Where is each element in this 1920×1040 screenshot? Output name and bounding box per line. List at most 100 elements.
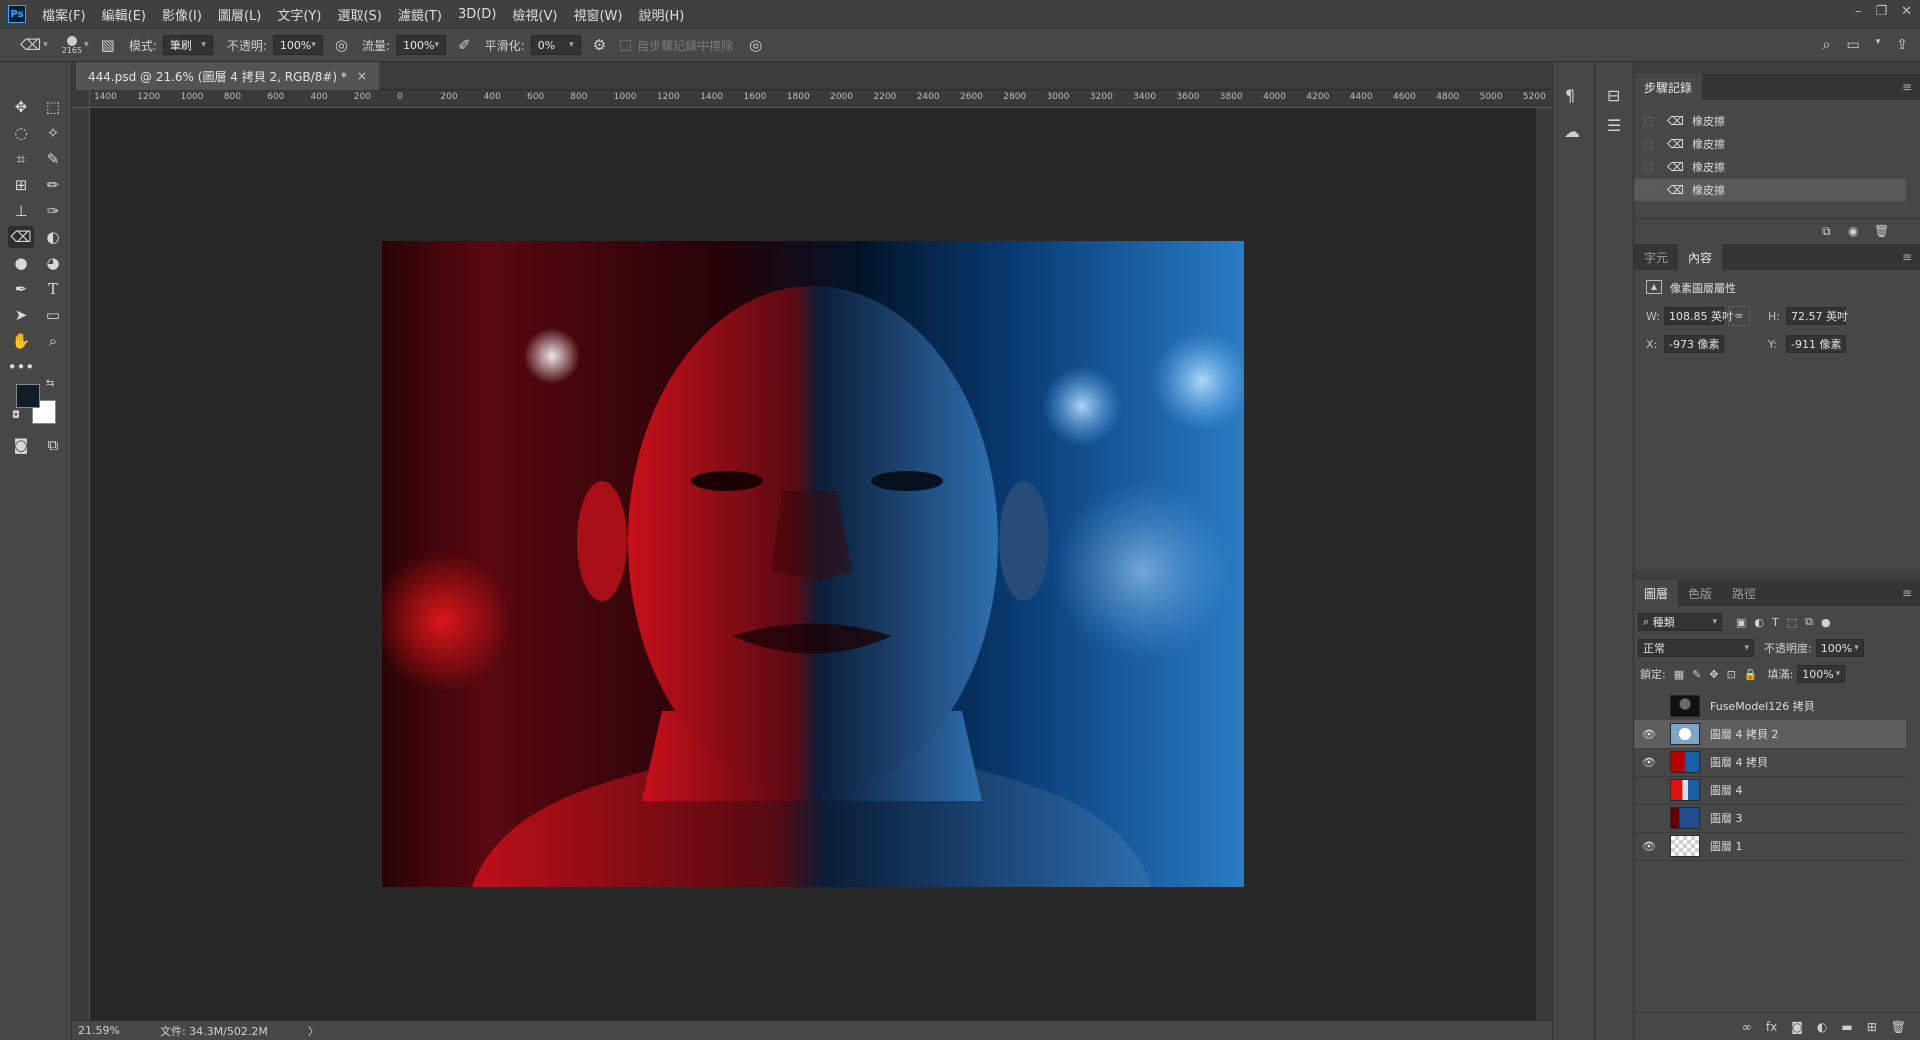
- lock-all-icon[interactable]: 🔒: [1744, 668, 1758, 681]
- tab-channels[interactable]: 色版: [1678, 580, 1722, 606]
- eraser-tool-icon[interactable]: ⌫: [8, 226, 34, 248]
- document-image[interactable]: [382, 241, 1244, 887]
- eyedropper-tool-icon[interactable]: ✎: [40, 148, 66, 170]
- tab-layers[interactable]: 圖層: [1634, 580, 1679, 606]
- filter-type-icon[interactable]: T: [1772, 616, 1779, 629]
- zoom-tool-icon[interactable]: ⌕: [40, 330, 66, 352]
- camera-icon[interactable]: ◉: [1848, 224, 1858, 238]
- layer-style-fx-icon[interactable]: fx: [1766, 1020, 1777, 1034]
- new-layer-icon[interactable]: ⊞: [1867, 1020, 1877, 1034]
- tab-character[interactable]: 字元: [1634, 244, 1678, 270]
- layer-name[interactable]: 圖層 4 拷貝 2: [1710, 726, 1779, 742]
- hand-tool-icon[interactable]: ✋: [8, 330, 34, 352]
- frame-tool-icon[interactable]: ⊞: [8, 174, 34, 196]
- new-group-icon[interactable]: ▬: [1841, 1020, 1852, 1034]
- menu-edit[interactable]: 編輯(E): [102, 5, 146, 24]
- layer-row[interactable]: FuseModel126 拷貝: [1634, 692, 1906, 721]
- gradient-tool-icon[interactable]: ◐: [40, 226, 66, 248]
- layer-row[interactable]: 👁 圖層 4 拷貝 2: [1634, 720, 1906, 749]
- horizontal-ruler[interactable]: 1400 1200 1000 800 600 400 200 0 200 400 600 800 100…: [90, 90, 1552, 108]
- height-field[interactable]: 72.57 英吋: [1786, 307, 1848, 325]
- filter-smart-object-icon[interactable]: ⧉: [1805, 615, 1813, 629]
- lasso-tool-icon[interactable]: ◌: [8, 122, 34, 144]
- smoothing-settings-gear-icon[interactable]: ⚙: [593, 36, 606, 54]
- layer-opacity-field[interactable]: 100% ▾: [1815, 639, 1864, 657]
- layer-name[interactable]: 圖層 4: [1710, 782, 1743, 798]
- layer-name[interactable]: 圖層 4 拷貝: [1710, 754, 1768, 770]
- blend-mode-select[interactable]: 正常 ▾: [1638, 639, 1754, 657]
- close-window-button[interactable]: ✕: [1901, 4, 1912, 19]
- dodge-tool-icon[interactable]: ◕: [40, 252, 66, 274]
- swap-colors-icon[interactable]: ⇆: [46, 378, 54, 389]
- share-icon[interactable]: ⇪: [1896, 37, 1908, 53]
- menu-image[interactable]: 影像(I): [162, 5, 202, 24]
- history-checkbox[interactable]: [1644, 185, 1653, 195]
- history-checkbox[interactable]: [1644, 162, 1653, 172]
- layer-name[interactable]: FuseModel126 拷貝: [1710, 698, 1815, 714]
- more-tools-icon[interactable]: •••: [8, 356, 35, 378]
- crop-tool-icon[interactable]: ⌗: [8, 148, 34, 170]
- properties-panel-icon[interactable]: ☰: [1607, 116, 1621, 135]
- panel-menu-icon[interactable]: ≡: [1902, 250, 1912, 264]
- layer-thumbnail[interactable]: [1670, 835, 1700, 857]
- trash-icon[interactable]: 🗑: [1874, 224, 1889, 238]
- layer-thumbnail[interactable]: [1670, 807, 1700, 829]
- lock-position-icon[interactable]: ✥: [1709, 668, 1718, 681]
- restore-button[interactable]: ❐: [1875, 4, 1887, 19]
- layer-row[interactable]: 圖層 3: [1634, 804, 1906, 833]
- brush-tool-icon[interactable]: ✏: [40, 174, 66, 196]
- smoothing-field[interactable]: 0% ▾: [530, 35, 581, 55]
- default-colors-icon[interactable]: ◘: [12, 410, 20, 421]
- filter-pixel-icon[interactable]: ▣: [1736, 616, 1746, 629]
- pen-tool-icon[interactable]: ✒: [8, 278, 34, 300]
- zoom-level[interactable]: 21.59%: [78, 1024, 120, 1037]
- brush-dropdown-icon[interactable]: ▾: [84, 40, 89, 50]
- airbrush-icon[interactable]: ✐: [458, 36, 471, 54]
- menu-layer[interactable]: 圖層(L): [218, 5, 261, 24]
- move-tool-icon[interactable]: ✥: [8, 96, 34, 118]
- stamp-tool-icon[interactable]: ⊥: [8, 200, 34, 222]
- ruler-corner[interactable]: [72, 90, 90, 108]
- eraser-tool-preset-icon[interactable]: ⌫: [20, 36, 41, 54]
- filter-shape-icon[interactable]: ⬚: [1787, 616, 1797, 629]
- fill-field[interactable]: 100% ▾: [1797, 665, 1846, 683]
- path-selection-tool-icon[interactable]: ➤: [8, 304, 34, 326]
- type-tool-icon[interactable]: T: [40, 278, 66, 300]
- foreground-color-swatch[interactable]: [16, 384, 40, 408]
- layer-visibility-eye-icon[interactable]: 👁: [1640, 756, 1658, 769]
- paragraph-icon[interactable]: ¶: [1565, 86, 1575, 105]
- brush-settings-icon[interactable]: ▧: [101, 36, 115, 54]
- menu-filter[interactable]: 濾鏡(T): [398, 5, 442, 24]
- x-field[interactable]: -973 像素: [1664, 335, 1724, 353]
- layer-name[interactable]: 圖層 1: [1710, 838, 1743, 854]
- status-menu-arrow-icon[interactable]: 〉: [308, 1023, 319, 1039]
- layer-row[interactable]: 圖層 4: [1634, 776, 1906, 805]
- layer-thumbnail[interactable]: [1670, 723, 1700, 745]
- y-field[interactable]: -911 像素: [1786, 335, 1846, 353]
- brush-presets-icon[interactable]: ☁: [1564, 122, 1580, 141]
- menu-3d[interactable]: 3D(D): [458, 7, 496, 22]
- layer-row[interactable]: 👁 圖層 1: [1634, 832, 1906, 861]
- layer-thumbnail[interactable]: [1670, 751, 1700, 773]
- history-item[interactable]: ⌫ 橡皮擦: [1634, 179, 1906, 201]
- menu-select[interactable]: 選取(S): [337, 5, 381, 24]
- flow-field[interactable]: 100% ▾: [396, 35, 447, 55]
- lock-pixels-icon[interactable]: ✎: [1692, 668, 1701, 681]
- tab-history[interactable]: 步驟記錄: [1634, 74, 1703, 100]
- tool-preset-dropdown-icon[interactable]: ▾: [43, 40, 48, 50]
- tab-properties[interactable]: 內容: [1678, 244, 1723, 270]
- layer-thumbnail[interactable]: [1670, 779, 1700, 801]
- history-checkbox[interactable]: [1644, 139, 1653, 149]
- blur-tool-icon[interactable]: ●: [8, 252, 34, 274]
- filter-toggle-icon[interactable]: ●: [1821, 616, 1831, 629]
- vertical-scrollbar[interactable]: [1536, 108, 1552, 1020]
- history-item[interactable]: ⌫ 橡皮擦: [1634, 156, 1906, 178]
- close-tab-icon[interactable]: ×: [357, 69, 367, 83]
- layer-thumbnail[interactable]: [1670, 695, 1700, 717]
- new-document-from-state-icon[interactable]: ⧉: [1822, 224, 1831, 239]
- document-tab[interactable]: 444.psd @ 21.6% (圖層 4 拷貝 2, RGB/8#) * ×: [76, 62, 379, 90]
- panel-menu-icon[interactable]: ≡: [1902, 586, 1912, 600]
- screen-mode-icon[interactable]: ⧉: [40, 434, 66, 456]
- minimize-button[interactable]: –: [1855, 4, 1862, 19]
- canvas-area[interactable]: [90, 108, 1536, 1020]
